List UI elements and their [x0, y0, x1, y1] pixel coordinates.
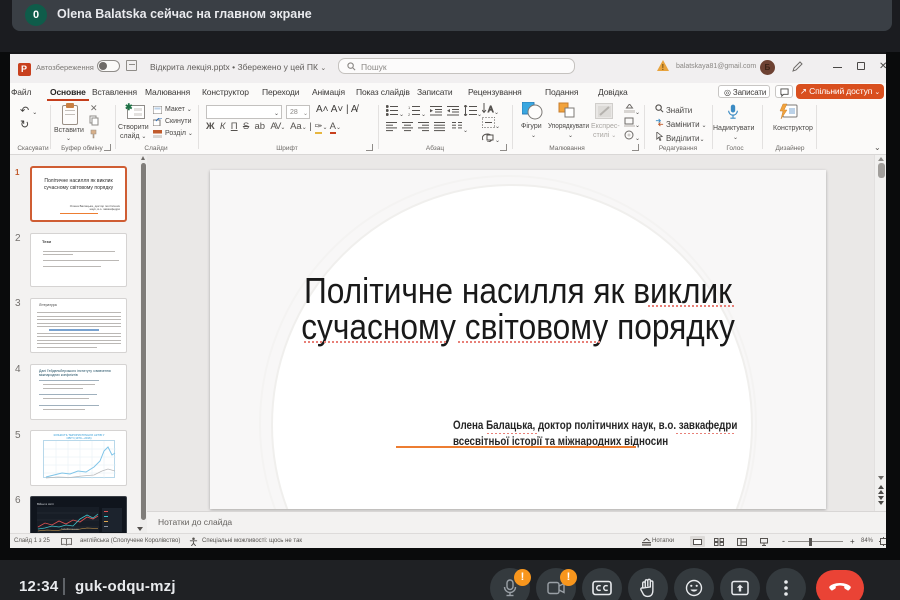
svg-text:1: 1 — [408, 105, 411, 110]
svg-text:2: 2 — [408, 112, 411, 116]
